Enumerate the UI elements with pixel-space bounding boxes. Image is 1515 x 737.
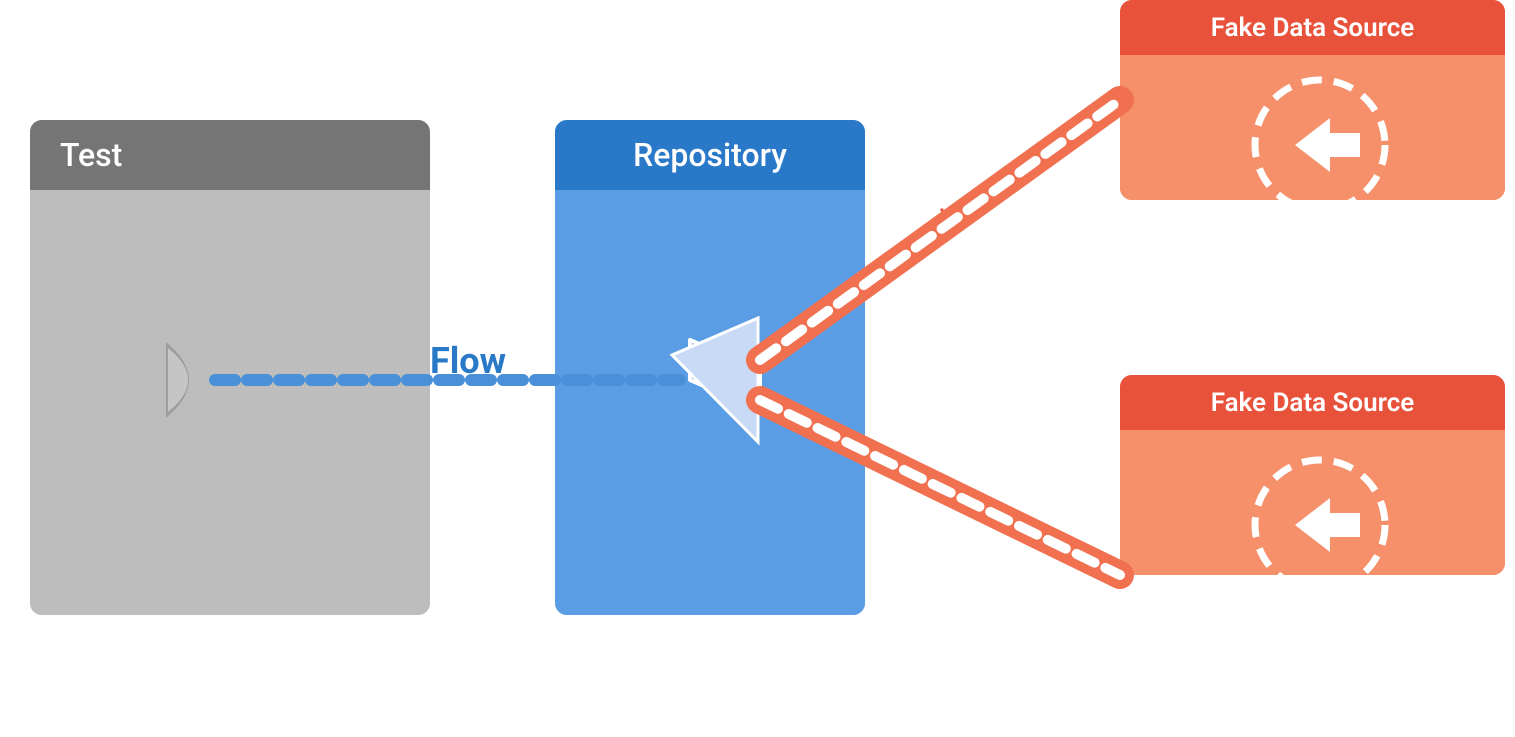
canvas: Test Repository Fake Data Source Fake Da… [0,0,1515,737]
fake-source-top-header: Fake Data Source [1120,0,1505,55]
fake-source-top-title: Fake Data Source [1211,13,1415,43]
input-label-bottom: Input [937,480,993,524]
fake-source-top-body [1120,55,1505,200]
test-block: Test [30,120,430,615]
fake-source-bottom-block: Fake Data Source [1120,375,1505,575]
fake-source-top-block: Fake Data Source [1120,0,1505,200]
repo-body [555,190,865,615]
test-body [30,190,430,615]
fake-source-bottom-body [1120,430,1505,575]
fake-source-bottom-title: Fake Data Source [1211,388,1415,418]
repo-block: Repository [555,120,865,615]
test-title: Test [60,136,122,174]
input-label-top: Input [937,185,993,229]
repo-title: Repository [633,136,787,174]
repo-header: Repository [555,120,865,190]
flow-label: Flow [430,340,506,382]
fake-source-bottom-header: Fake Data Source [1120,375,1505,430]
test-header: Test [30,120,430,190]
